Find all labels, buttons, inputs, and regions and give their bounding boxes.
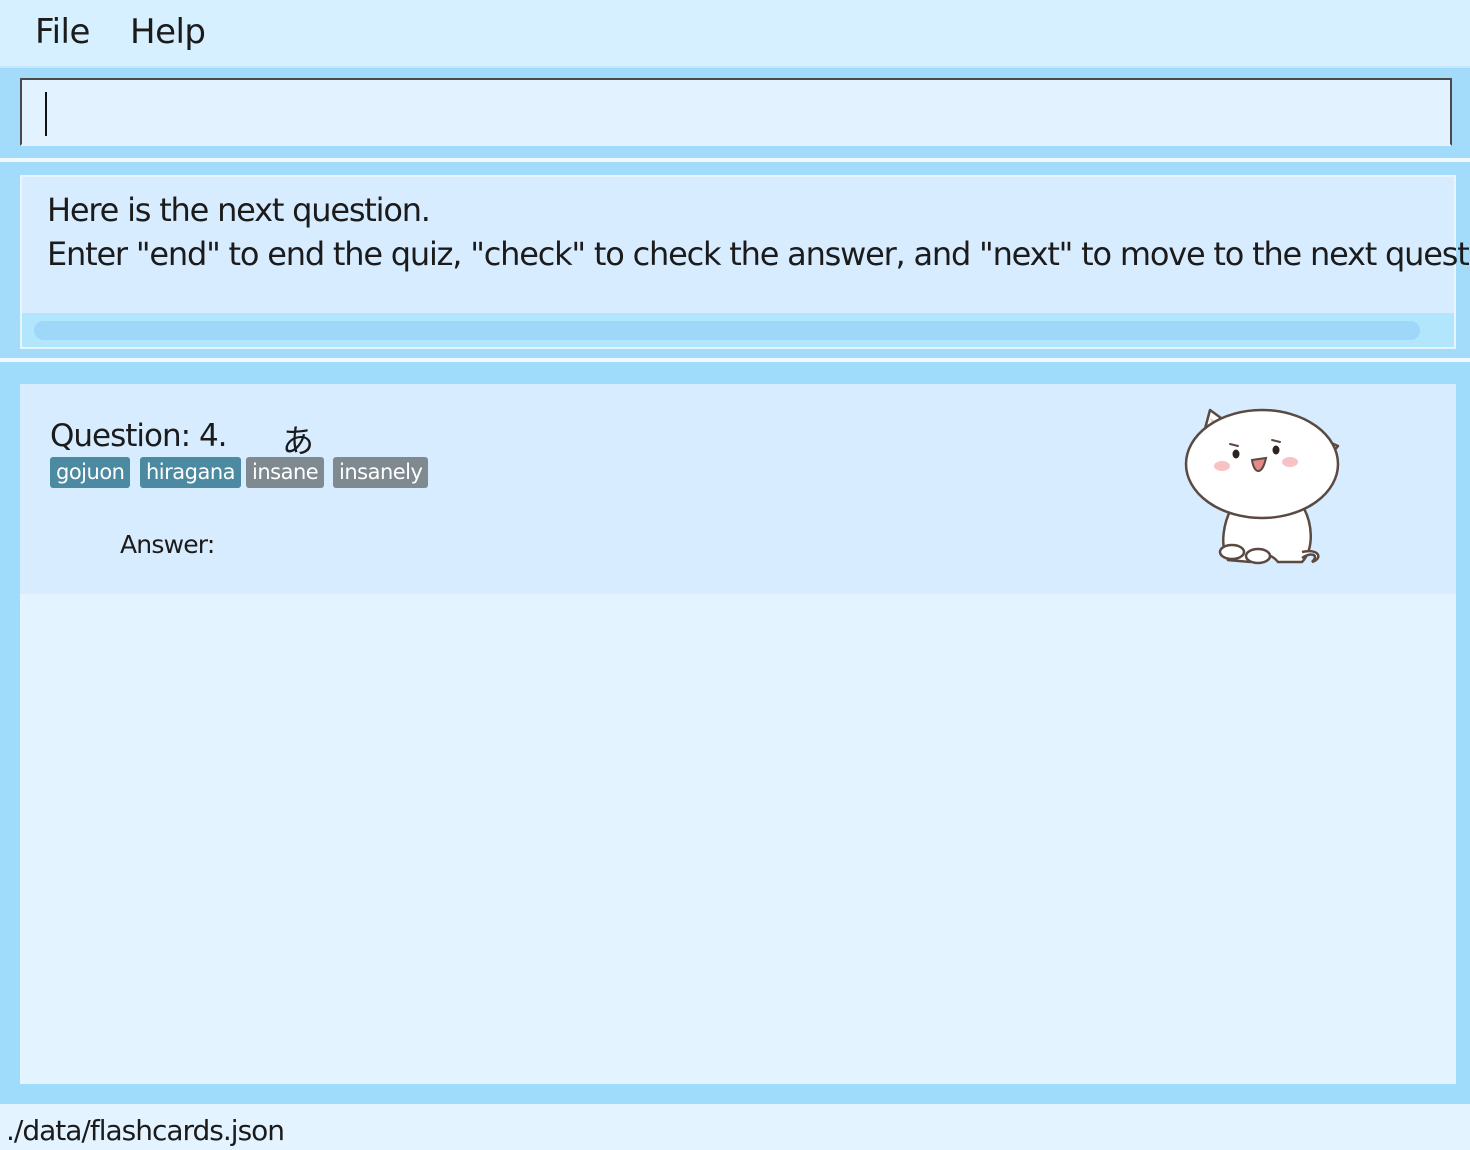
answer-label: Answer: <box>120 530 215 559</box>
command-input[interactable] <box>20 78 1452 146</box>
menu-help[interactable]: Help <box>130 12 206 52</box>
scrollbar-thumb[interactable] <box>34 321 1420 340</box>
text-caret <box>45 92 47 136</box>
tag-hiragana: hiragana <box>140 457 242 488</box>
result-line: Here is the next question. <box>47 191 431 229</box>
result-area: Here is the next question. Enter "end" t… <box>0 162 1470 358</box>
tag-insanely: insanely <box>333 457 429 488</box>
tag-insane: insane <box>246 457 325 488</box>
horizontal-scrollbar[interactable] <box>22 313 1454 347</box>
question-text: あ <box>282 422 315 460</box>
command-area <box>0 68 1470 158</box>
flashcard-card[interactable]: Question: 4. あ gojuon hiragana insane in… <box>20 384 1456 594</box>
menu-bar: File Help <box>0 0 1470 68</box>
question-label: Question: 4. <box>50 418 228 454</box>
tag-gojuon: gojuon <box>50 457 131 488</box>
cat-mascot-icon <box>1184 408 1340 565</box>
status-bar: ./data/flashcards.json <box>0 1104 1470 1150</box>
flashcard-panel: Question: 4. あ gojuon hiragana insane in… <box>20 384 1456 1084</box>
result-line: Enter "end" to end the quiz, "check" to … <box>47 235 1470 273</box>
file-path: ./data/flashcards.json <box>6 1114 285 1147</box>
menu-file[interactable]: File <box>35 12 90 52</box>
flashcard-area: Question: 4. あ gojuon hiragana insane in… <box>0 362 1470 1104</box>
result-display: Here is the next question. Enter "end" t… <box>20 175 1470 349</box>
